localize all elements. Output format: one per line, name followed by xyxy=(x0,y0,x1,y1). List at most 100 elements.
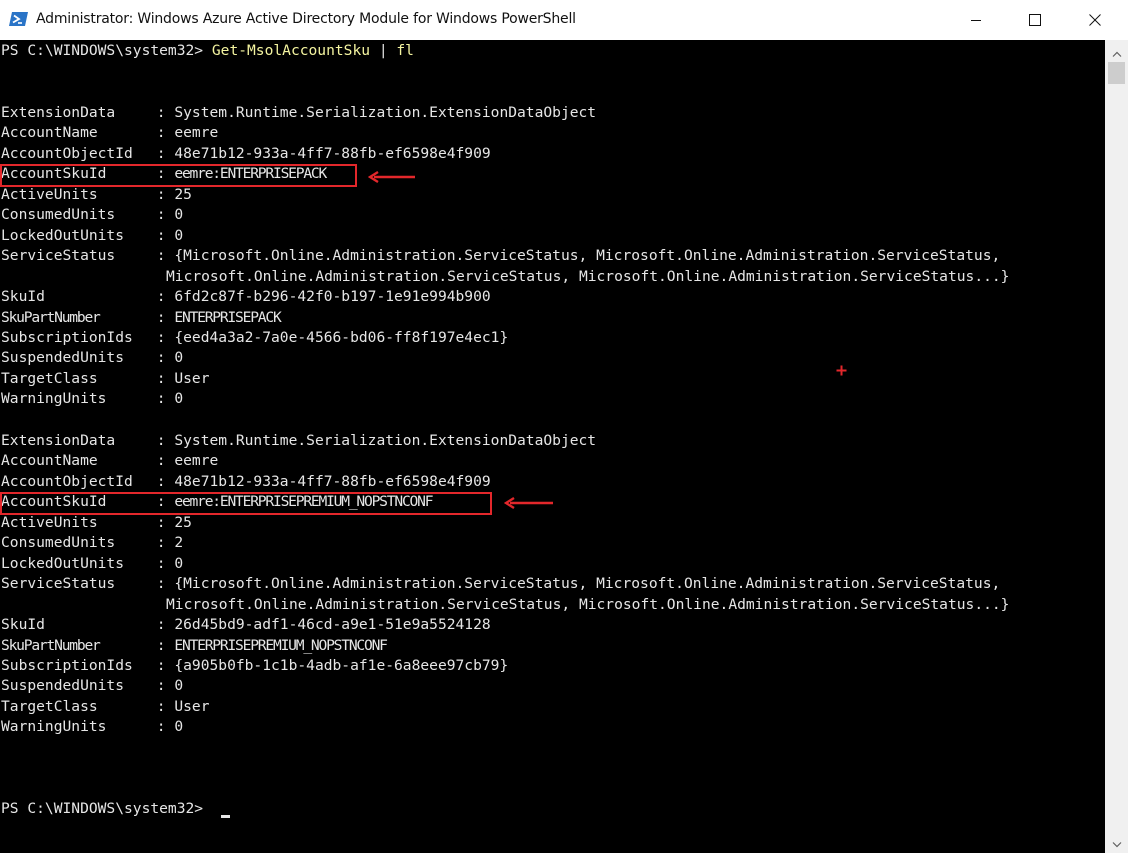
field-value: ENTERPRISEPACK xyxy=(174,308,281,326)
field-value: 48e71b12-933a-4ff7-88fb-ef6598e4f909 xyxy=(174,144,491,162)
field-separator: : xyxy=(148,247,175,265)
field-value: 0 xyxy=(174,226,184,244)
field-value: {Microsoft.Online.Administration.Service… xyxy=(174,247,1001,265)
chevron-up-icon xyxy=(1112,42,1122,61)
field-key: SuspendedUnits xyxy=(1,349,125,367)
output-field-consumedunits: ConsumedUnits : 2 xyxy=(1,533,183,553)
field-key: TargetClass xyxy=(1,697,98,715)
field-key: ConsumedUnits xyxy=(1,534,116,552)
field-key: SuspendedUnits xyxy=(1,677,125,695)
field-value: 0 xyxy=(174,677,184,695)
field-value: System.Runtime.Serialization.ExtensionDa… xyxy=(174,104,597,121)
prompt-text: PS C:\WINDOWS\system32> xyxy=(1,42,212,59)
field-value: 6fd2c87f-b296-42f0-b197-1e91e994b900 xyxy=(174,288,491,306)
field-value: User xyxy=(174,697,210,715)
output-field-accountname: AccountName : eemre xyxy=(1,451,218,471)
output-field-skupartnumber: SkuPartNumber : ENTERPRISEPACK xyxy=(1,308,282,328)
output-field-servicestatus: ServiceStatus : {Microsoft.Online.Admini… xyxy=(1,246,1000,266)
field-separator: : xyxy=(148,554,175,572)
field-separator: : xyxy=(148,677,175,695)
field-separator: : xyxy=(148,616,175,634)
command-text: Get-MsolAccountSku xyxy=(211,42,371,59)
field-key: SkuPartNumber xyxy=(1,636,101,654)
field-value: 0 xyxy=(174,390,184,408)
output-field-skuid: SkuId : 6fd2c87f-b296-42f0-b197-1e91e994… xyxy=(1,287,491,307)
scroll-thumb[interactable] xyxy=(1108,62,1125,84)
output-field-subscriptionids: SubscriptionIds : {a905b0fb-1c1b-4adb-af… xyxy=(1,656,508,676)
output-field-targetclass: TargetClass : User xyxy=(1,369,210,389)
highlight-box-accountskuid-2 xyxy=(0,492,492,515)
field-key: ActiveUnits xyxy=(1,513,98,531)
output-field-warningunits: WarningUnits : 0 xyxy=(1,389,183,409)
field-separator: : xyxy=(148,636,175,654)
vertical-scrollbar[interactable] xyxy=(1105,40,1128,853)
field-value: {a905b0fb-1c1b-4adb-af1e-6a8eee97cb79} xyxy=(174,656,509,674)
scroll-down-button[interactable] xyxy=(1105,831,1128,853)
field-key: ActiveUnits xyxy=(1,185,98,203)
field-key: ServiceStatus xyxy=(1,247,116,265)
field-value: 0 xyxy=(174,349,184,367)
output-field-accountobjectid: AccountObjectId : 48e71b12-933a-4ff7-88f… xyxy=(1,144,491,164)
field-separator: : xyxy=(148,656,175,674)
close-button[interactable] xyxy=(1066,0,1124,40)
field-separator: : xyxy=(148,718,175,736)
field-value: {Microsoft.Online.Administration.Service… xyxy=(174,575,1001,593)
output-field-consumedunits: ConsumedUnits : 0 xyxy=(1,205,183,225)
pipe-text: | xyxy=(370,42,397,59)
field-separator: : xyxy=(148,144,175,162)
console-output[interactable]: PS C:\WINDOWS\system32> Get-MsolAccountS… xyxy=(0,40,1105,853)
output-field-accountname: AccountName : eemre xyxy=(1,123,218,143)
title-bar[interactable]: Administrator: Windows Azure Active Dire… xyxy=(0,0,1128,40)
output-field-extensiondata: ExtensionData : System.Runtime.Serializa… xyxy=(1,103,596,123)
field-key: WarningUnits xyxy=(1,718,107,736)
field-separator: : xyxy=(148,288,175,306)
chevron-down-icon xyxy=(1112,833,1122,852)
command-line: PS C:\WINDOWS\system32> Get-MsolAccountS… xyxy=(1,41,414,61)
field-separator: : xyxy=(148,185,175,203)
field-value: 26d45bd9-adf1-46cd-a9e1-51e9a5524128 xyxy=(174,616,491,634)
field-value: System.Runtime.Serialization.ExtensionDa… xyxy=(174,432,597,449)
field-key: SkuId xyxy=(1,288,45,306)
highlight-box-accountskuid-1 xyxy=(0,164,357,187)
output-field-suspendedunits: SuspendedUnits : 0 xyxy=(1,676,183,696)
field-separator: : xyxy=(148,104,175,121)
powershell-window: Administrator: Windows Azure Active Dire… xyxy=(0,0,1128,853)
field-key: WarningUnits xyxy=(1,390,107,408)
field-separator: : xyxy=(148,328,175,346)
output-field-lockedoutunits: LockedOutUnits : 0 xyxy=(1,554,183,574)
minimize-icon xyxy=(970,11,982,30)
window-title: Administrator: Windows Azure Active Dire… xyxy=(36,11,576,27)
scroll-up-button[interactable] xyxy=(1105,40,1128,62)
field-key: AccountObjectId xyxy=(1,144,133,162)
field-value: 2 xyxy=(174,534,184,552)
pipe-arg-text: fl xyxy=(396,42,414,59)
field-key: TargetClass xyxy=(1,369,98,387)
output-field-activeunits: ActiveUnits : 25 xyxy=(1,185,192,205)
maximize-button[interactable] xyxy=(1006,0,1064,40)
field-key: AccountName xyxy=(1,452,98,470)
field-separator: : xyxy=(148,308,175,326)
output-field-targetclass: TargetClass : User xyxy=(1,697,210,717)
output-field-skuid: SkuId : 26d45bd9-adf1-46cd-a9e1-51e9a552… xyxy=(1,615,491,635)
field-separator: : xyxy=(148,697,175,715)
field-value: 0 xyxy=(174,718,184,736)
output-field-subscriptionids: SubscriptionIds : {eed4a3a2-7a0e-4566-bd… xyxy=(1,328,508,348)
field-key: SubscriptionIds xyxy=(1,328,133,346)
field-key: ConsumedUnits xyxy=(1,206,116,224)
field-value: User xyxy=(174,369,210,387)
close-icon xyxy=(1089,11,1101,30)
final-prompt-text: PS C:\WINDOWS\system32> xyxy=(1,800,212,817)
plus-marker-icon xyxy=(836,361,847,380)
field-separator: : xyxy=(148,575,175,593)
field-key: SkuPartNumber xyxy=(1,308,101,326)
output-field-continuation: Microsoft.Online.Administration.ServiceS… xyxy=(166,267,1010,285)
minimize-button[interactable] xyxy=(947,0,1005,40)
field-separator: : xyxy=(148,124,175,142)
field-separator: : xyxy=(148,513,175,531)
final-prompt-line: PS C:\WINDOWS\system32> xyxy=(1,799,212,819)
field-value: 25 xyxy=(174,185,192,203)
field-separator: : xyxy=(148,369,175,387)
output-field-warningunits: WarningUnits : 0 xyxy=(1,717,183,737)
field-key: AccountObjectId xyxy=(1,472,133,490)
output-field-extensiondata: ExtensionData : System.Runtime.Serializa… xyxy=(1,431,596,451)
